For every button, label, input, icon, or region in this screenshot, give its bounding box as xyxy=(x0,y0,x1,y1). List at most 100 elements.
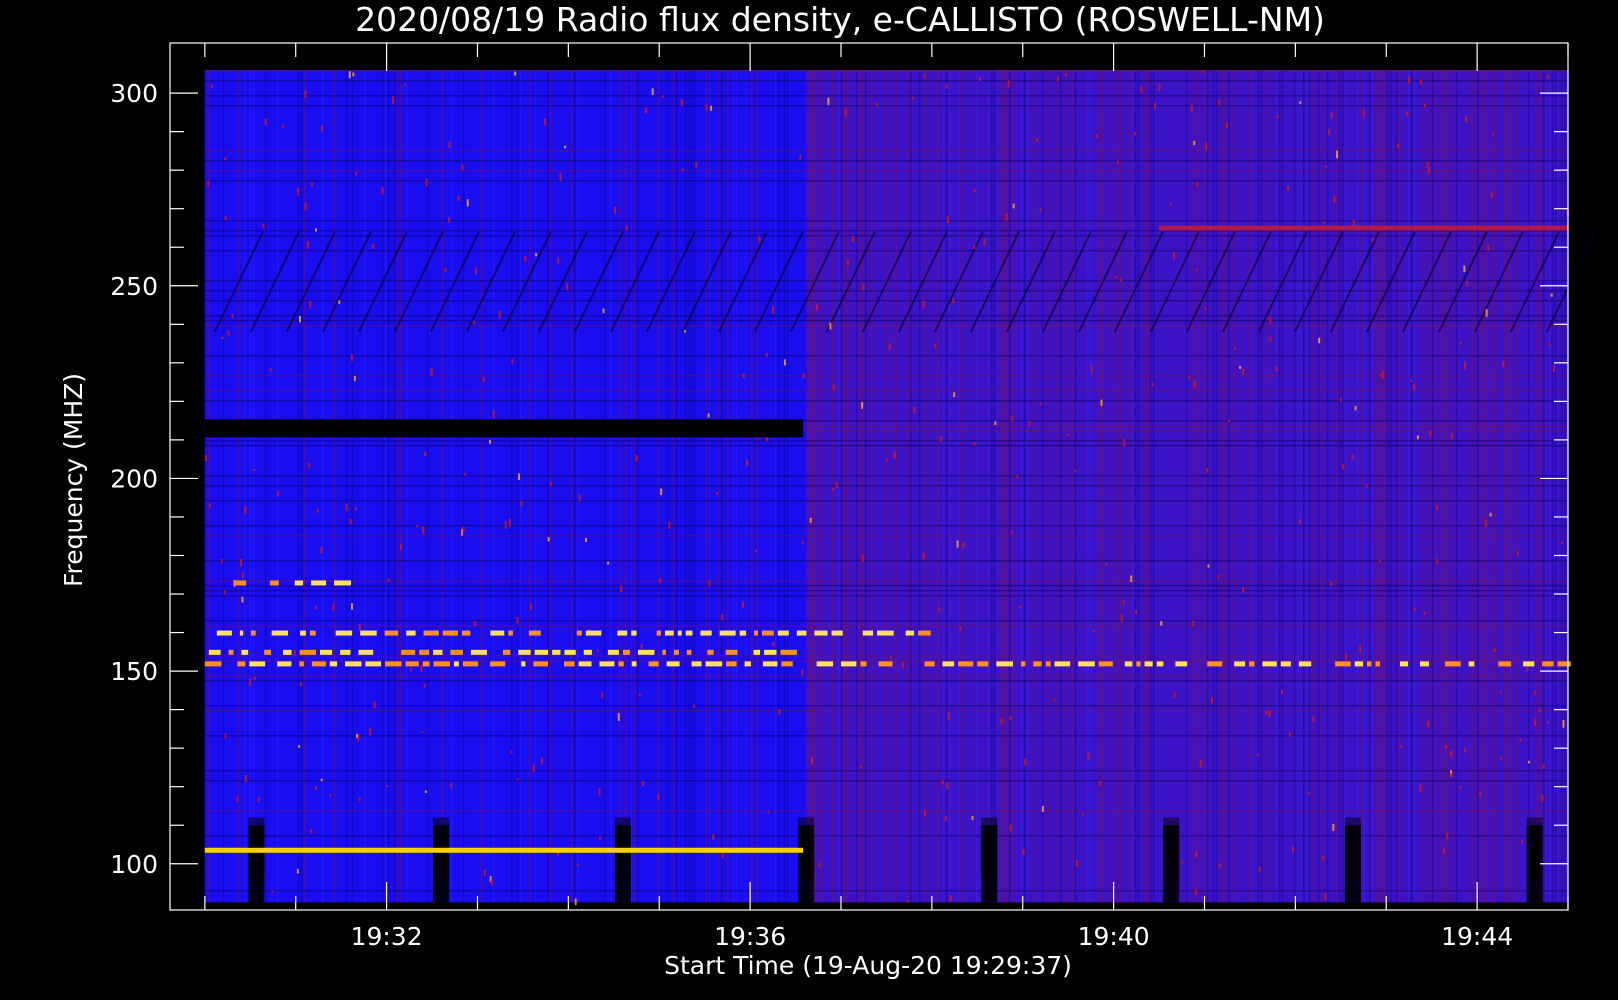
spark xyxy=(349,519,352,525)
spark xyxy=(844,108,847,116)
spark xyxy=(598,788,601,796)
x-axis-title: Start Time (19-Aug-20 19:29:37) xyxy=(664,951,1072,980)
spark xyxy=(356,734,359,738)
spark xyxy=(1140,86,1143,94)
spark xyxy=(1502,360,1505,367)
feature-segment xyxy=(862,630,874,636)
spark xyxy=(1205,142,1208,151)
texture-band xyxy=(204,659,1568,662)
spark xyxy=(680,99,683,106)
spark xyxy=(574,898,577,906)
feature-segment xyxy=(433,661,450,667)
spark xyxy=(253,468,256,471)
feature-segment xyxy=(1207,661,1223,667)
feature-segment xyxy=(777,630,789,636)
spark xyxy=(1016,474,1019,479)
spark xyxy=(861,402,864,409)
spark xyxy=(329,794,332,797)
feature-segment xyxy=(1498,661,1512,667)
feature-segment xyxy=(241,649,249,655)
feature-segment xyxy=(1444,661,1461,667)
spark xyxy=(885,458,888,461)
feature-segment xyxy=(666,661,680,667)
spark xyxy=(1090,365,1093,373)
spark xyxy=(941,779,944,785)
spark xyxy=(1173,252,1176,260)
spark xyxy=(549,481,552,486)
feature-segment xyxy=(508,630,513,636)
spark xyxy=(1160,621,1163,626)
feature-segment xyxy=(686,649,692,655)
spark xyxy=(311,182,314,187)
spark xyxy=(422,526,425,535)
feature-segment xyxy=(470,649,487,655)
texture-band xyxy=(204,624,1568,627)
spark xyxy=(947,712,950,721)
texture-band xyxy=(204,889,1568,892)
spark xyxy=(490,879,493,886)
spark xyxy=(400,543,403,550)
spark xyxy=(657,793,660,801)
spark xyxy=(1339,398,1342,402)
spark xyxy=(277,491,280,496)
spark xyxy=(599,836,602,840)
spark xyxy=(320,778,323,782)
spark xyxy=(1053,698,1056,702)
spark xyxy=(772,642,775,648)
feature-segment xyxy=(340,649,351,655)
spark xyxy=(922,553,925,560)
texture-band xyxy=(204,679,1568,682)
gap-column-top xyxy=(1163,817,1180,880)
spark xyxy=(448,217,451,223)
spark xyxy=(1120,614,1123,622)
spark xyxy=(1533,719,1536,727)
spark xyxy=(1397,143,1400,149)
spark xyxy=(369,727,372,736)
spark xyxy=(1281,689,1284,695)
feature-segment xyxy=(419,649,430,655)
spark xyxy=(1130,575,1133,582)
spark xyxy=(1520,840,1523,844)
spark xyxy=(888,343,891,350)
spark xyxy=(358,623,361,631)
feature-segment xyxy=(719,630,736,636)
spark xyxy=(1007,80,1010,88)
feature-segment xyxy=(662,649,666,655)
feature-segment xyxy=(578,661,592,667)
spark xyxy=(1419,784,1422,793)
feature-segment xyxy=(814,630,828,636)
spark xyxy=(1024,758,1027,766)
texture-band xyxy=(204,674,1568,677)
spark xyxy=(373,700,376,709)
spark xyxy=(297,187,300,196)
spark xyxy=(1268,710,1271,717)
spark xyxy=(1362,108,1365,117)
feature-segment xyxy=(528,630,541,636)
spark xyxy=(564,145,567,149)
spark xyxy=(1436,558,1439,564)
chart-title: 2020/08/19 Radio flux density, e-CALLIST… xyxy=(355,0,1325,39)
spark xyxy=(557,257,560,264)
feature-segment xyxy=(1375,661,1380,667)
x-tick-label: 19:44 xyxy=(1441,922,1513,951)
spark xyxy=(1195,851,1198,858)
spark xyxy=(559,173,562,181)
spark xyxy=(1429,430,1432,437)
feature-segment xyxy=(208,649,221,655)
spark xyxy=(695,162,698,169)
spark xyxy=(498,311,501,319)
feature-segment xyxy=(1399,661,1409,667)
spark xyxy=(641,781,644,787)
spark xyxy=(1199,759,1202,768)
spark xyxy=(1542,764,1545,769)
feature-segment xyxy=(1021,661,1026,667)
spark xyxy=(1019,605,1022,609)
spark xyxy=(448,141,451,149)
spark xyxy=(1036,138,1039,142)
spark xyxy=(224,157,227,161)
spark xyxy=(644,107,647,114)
spark xyxy=(1005,213,1008,222)
feature-segment xyxy=(311,661,326,667)
texture-band xyxy=(204,579,1568,582)
spark xyxy=(576,863,579,866)
